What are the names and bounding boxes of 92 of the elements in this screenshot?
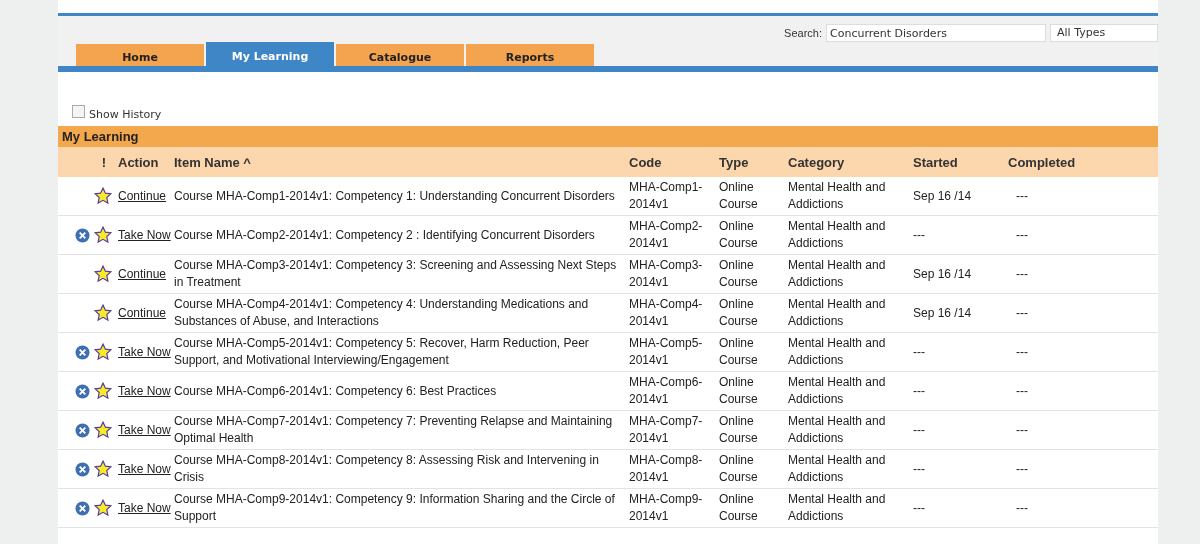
remove-icon[interactable]	[75, 422, 90, 438]
category-cell-text: Mental Health and Addictions	[787, 335, 887, 369]
remove-icon[interactable]	[75, 344, 90, 360]
section-header: My Learning	[58, 126, 1158, 147]
type-cell-text: Online Course	[718, 335, 759, 369]
completed-cell-text: ---	[1015, 423, 1029, 437]
action-link[interactable]: Take Now	[114, 345, 170, 359]
column-header: Action	[117, 154, 160, 170]
item-name-cell-text: Course MHA-Comp6-2014v1: Competency 6: Best Practices	[173, 382, 498, 400]
code-cell-text: MHA-Comp2-2014v1	[628, 218, 704, 252]
star-icon[interactable]	[94, 304, 112, 322]
show-history-checkbox[interactable]	[72, 104, 85, 118]
code-cell-text: MHA-Comp4-2014v1	[628, 296, 704, 330]
started-cell-text: ---	[912, 501, 926, 515]
code-cell-text: MHA-Comp7-2014v1	[628, 413, 704, 447]
column-header[interactable]: Item Name ^	[170, 154, 625, 170]
action-link[interactable]: Continue	[114, 306, 170, 320]
started-cell-text: ---	[912, 384, 926, 398]
action-link[interactable]: Take Now	[114, 501, 170, 515]
completed-cell-text: ---	[1015, 462, 1029, 476]
code-cell-text: MHA-Comp9-2014v1	[628, 491, 704, 525]
completed-cell-text: ---	[1015, 345, 1029, 359]
started-cell-text: ---	[912, 345, 926, 359]
search-field[interactable]: Concurrent Disorders	[826, 24, 1046, 42]
type-cell-text: Online Course	[718, 257, 759, 291]
action-link[interactable]: Take Now	[114, 384, 170, 398]
type-cell-text: Online Course	[718, 452, 759, 486]
column-header: Started	[912, 154, 959, 170]
completed-cell-text: ---	[1015, 228, 1029, 242]
completed-cell-text: ---	[1015, 306, 1029, 320]
action-link[interactable]: Take Now	[114, 228, 170, 242]
code-cell-text: MHA-Comp6-2014v1	[628, 374, 704, 408]
code-cell-text: MHA-Comp5-2014v1	[628, 335, 704, 369]
type-cell-text: Online Course	[718, 374, 759, 408]
action-link[interactable]: Take Now	[114, 462, 170, 476]
action-link[interactable]: Continue	[114, 189, 170, 203]
category-cell-text: Mental Health and Addictions	[787, 374, 887, 408]
category-cell-text: Mental Health and Addictions	[787, 413, 887, 447]
item-name-cell-text: Course MHA-Comp5-2014v1: Competency 5: Recover, Harm Reduction, Peer Support, and Motivational Interviewing/Engagement	[173, 335, 590, 369]
remove-icon[interactable]	[75, 461, 90, 477]
category-cell-text: Mental Health and Addictions	[787, 179, 887, 213]
code-cell-text: MHA-Comp1-2014v1	[628, 179, 704, 213]
type-cell-text: Online Course	[718, 218, 759, 252]
remove-icon[interactable]	[75, 383, 90, 399]
column-header: Completed	[1007, 154, 1077, 170]
show-history-label: Show History	[89, 107, 162, 121]
item-name-cell-text: Course MHA-Comp9-2014v1: Competency 9: Information Sharing and the Circle of Support	[173, 491, 616, 525]
column-header: Type	[718, 154, 750, 170]
code-cell-text: MHA-Comp8-2014v1	[628, 452, 704, 486]
started-cell-text: Sep 16 /14	[912, 267, 973, 281]
code-cell-text: MHA-Comp3-2014v1	[628, 257, 704, 291]
action-link[interactable]: Continue	[114, 267, 170, 281]
search-label: Search:	[784, 27, 822, 39]
remove-icon[interactable]	[75, 500, 90, 516]
type-cell-text: Online Course	[718, 491, 759, 525]
category-cell-text: Mental Health and Addictions	[787, 491, 887, 525]
column-header: !	[100, 154, 107, 170]
item-name-cell-text: Course MHA-Comp7-2014v1: Competency 7: Preventing Relapse and Maintaining Optimal Health	[173, 413, 614, 447]
item-name-cell-text: Course MHA-Comp8-2014v1: Competency 8: Assessing Risk and Intervening in Crisis	[173, 452, 600, 486]
started-cell-text: ---	[912, 462, 926, 476]
type-cell-text: Online Course	[718, 296, 759, 330]
type-cell-text: Online Course	[718, 413, 759, 447]
action-link[interactable]: Take Now	[114, 423, 170, 437]
completed-cell-text: ---	[1015, 501, 1029, 515]
star-icon[interactable]	[94, 343, 112, 361]
item-name-cell-text: Course MHA-Comp1-2014v1: Competency 1: Understanding Concurrent Disorders	[173, 187, 616, 205]
star-icon[interactable]	[94, 226, 112, 244]
category-cell-text: Mental Health and Addictions	[787, 296, 887, 330]
category-cell-text: Mental Health and Addictions	[787, 257, 887, 291]
completed-cell-text: ---	[1015, 384, 1029, 398]
completed-cell-text: ---	[1015, 189, 1029, 203]
column-header: Code	[628, 154, 663, 170]
star-icon[interactable]	[94, 499, 112, 517]
star-icon[interactable]	[94, 421, 112, 439]
started-cell-text: ---	[912, 423, 926, 437]
started-cell-text: Sep 16 /14	[912, 306, 973, 320]
completed-cell-text: ---	[1015, 267, 1029, 281]
type-cell-text: Online Course	[718, 179, 759, 213]
category-cell-text: Mental Health and Addictions	[787, 452, 887, 486]
started-cell-text: Sep 16 /14	[912, 189, 973, 203]
star-icon[interactable]	[94, 265, 112, 283]
star-icon[interactable]	[94, 460, 112, 478]
type-dropdown[interactable]: All Types	[1050, 24, 1158, 42]
column-header: Category	[787, 154, 846, 170]
star-icon[interactable]	[94, 382, 112, 400]
star-icon[interactable]	[94, 187, 112, 205]
started-cell-text: ---	[912, 228, 926, 242]
item-name-cell-text: Course MHA-Comp3-2014v1: Competency 3: Screening and Assessing Next Steps in Treatment	[173, 257, 618, 291]
remove-icon[interactable]	[75, 227, 90, 243]
category-cell-text: Mental Health and Addictions	[787, 218, 887, 252]
item-name-cell-text: Course MHA-Comp2-2014v1: Competency 2 : Identifying Concurrent Disorders	[173, 226, 596, 244]
item-name-cell-text: Course MHA-Comp4-2014v1: Competency 4: Understanding Medications and Substances of Abuse, and Interactions	[173, 296, 590, 330]
